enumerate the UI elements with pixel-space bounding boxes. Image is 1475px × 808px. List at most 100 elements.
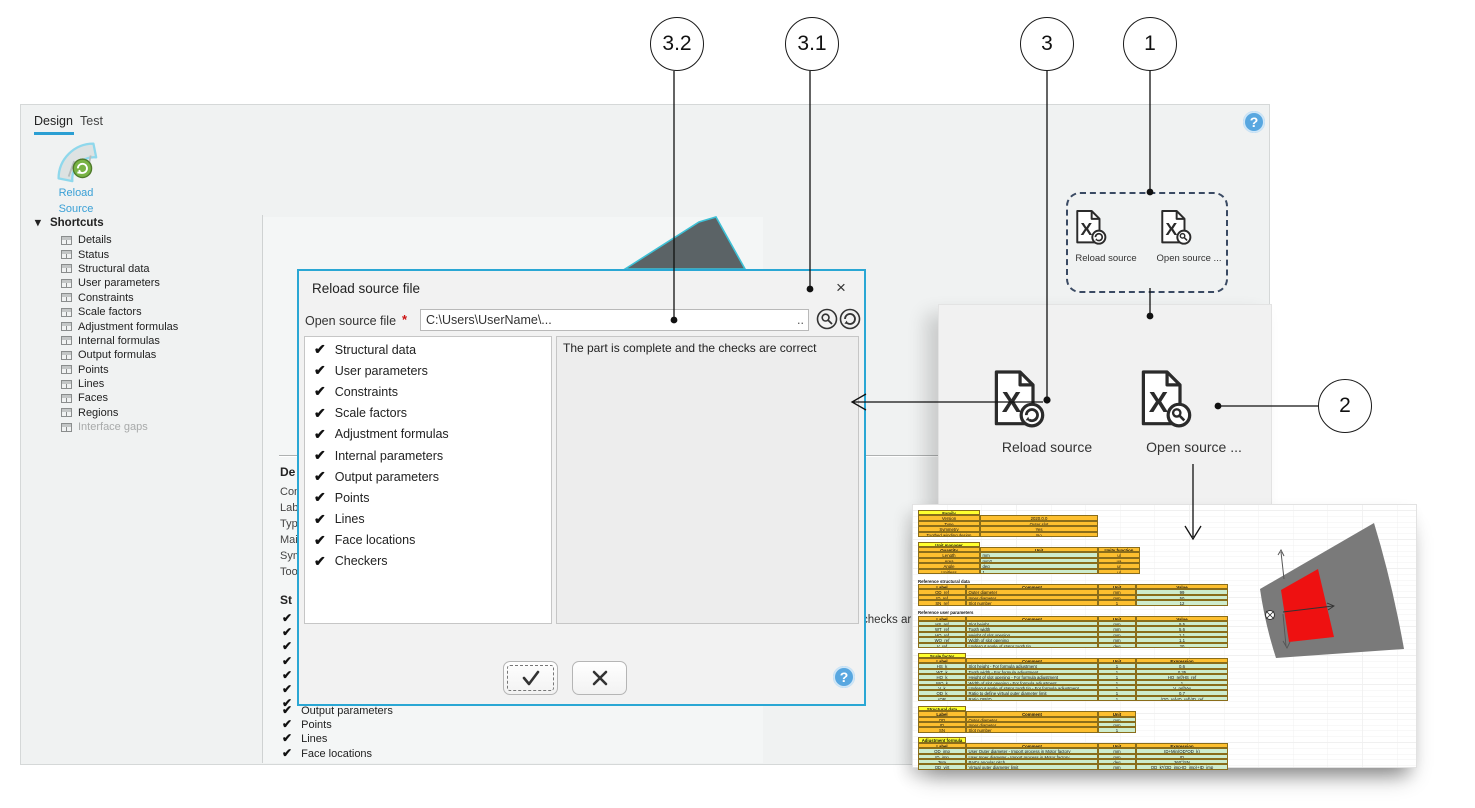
sheet-cell: SN bbox=[918, 727, 966, 733]
callout-circle-3: 3 bbox=[1020, 17, 1074, 71]
status-heading: St bbox=[280, 593, 292, 607]
shortcuts-header[interactable]: ▾ Shortcuts bbox=[35, 215, 265, 229]
big-open-source-button[interactable] bbox=[1138, 369, 1194, 436]
tree-item-label: Regions bbox=[78, 406, 119, 419]
big-reload-source-button[interactable] bbox=[991, 369, 1047, 436]
sheet-cell: 1 bbox=[1098, 695, 1136, 702]
sheet-cell: (OD_ref-ID_ref)/ID_ref bbox=[1136, 695, 1228, 702]
sheet-cell: Slot number bbox=[966, 727, 1098, 733]
tree-item[interactable]: Status bbox=[35, 247, 265, 261]
tree-item[interactable]: Constraints bbox=[35, 291, 265, 305]
checklist-item-label: Face locations bbox=[334, 533, 416, 548]
table-icon bbox=[61, 235, 72, 245]
checklist-item-label: Structural data bbox=[334, 342, 417, 357]
status-visible-items: ✔ Output parameters ✔ Points ✔ Lines ✔ F… bbox=[282, 703, 393, 760]
status-item: ✔ Points bbox=[282, 717, 393, 731]
details-row: Typ bbox=[280, 518, 298, 530]
checklist-item-label: Internal parameters bbox=[334, 448, 444, 463]
part-preview-sector bbox=[622, 216, 747, 270]
status-item-label: Lines bbox=[301, 733, 328, 746]
sheet-cell: OD_virt bbox=[918, 764, 966, 770]
tree-item[interactable]: Output formulas bbox=[35, 348, 265, 362]
sheet-cell: 1 bbox=[1098, 600, 1136, 606]
small-open-source-label: Open source ... bbox=[1156, 253, 1222, 264]
check-icon: ✔ bbox=[314, 510, 326, 527]
check-icon: ✔ bbox=[314, 383, 326, 400]
source-file-input[interactable]: C:\Users\UserName\... .. bbox=[420, 309, 809, 331]
tab-test[interactable]: Test bbox=[80, 114, 103, 128]
refresh-icon[interactable] bbox=[839, 308, 861, 330]
table-icon bbox=[61, 393, 72, 403]
checklist-item-label: Output parameters bbox=[334, 469, 439, 484]
table-icon bbox=[61, 408, 72, 418]
window-help-button[interactable]: ? bbox=[1243, 111, 1265, 133]
sheet-cell: mm bbox=[1098, 764, 1136, 770]
ok-check-icon bbox=[522, 670, 540, 686]
check-icon: ✔ bbox=[314, 425, 326, 442]
background-message-fragment: checks ar bbox=[862, 614, 912, 626]
checklist-item-label: Adjustment formulas bbox=[334, 427, 449, 442]
sheet-cell: Unitless bbox=[918, 568, 980, 574]
sheet-cell: Ratio OR/ID bbox=[966, 695, 1098, 702]
checklist-item-label: Constraints bbox=[334, 384, 398, 399]
tree-item-label: User parameters bbox=[78, 277, 160, 290]
sheet-cell: 20 bbox=[1136, 642, 1228, 648]
sheet-cell: Virtual outer diameter limit bbox=[966, 764, 1098, 770]
check-icon: ✔ bbox=[314, 447, 326, 464]
expander-icon[interactable]: ▾ bbox=[35, 217, 41, 229]
tree-item[interactable]: Adjustment formulas bbox=[35, 319, 265, 333]
tab-design[interactable]: Design bbox=[34, 114, 73, 128]
tree-item[interactable]: Regions bbox=[35, 406, 265, 420]
dialog-close-button[interactable]: × bbox=[830, 277, 852, 299]
table-icon bbox=[61, 307, 72, 317]
small-reload-source-label: Reload source bbox=[1075, 253, 1137, 264]
callout-circle-2: 2 bbox=[1318, 379, 1372, 433]
excel-open-icon bbox=[1161, 210, 1192, 245]
table-icon bbox=[61, 293, 72, 303]
tree-item-label: Internal formulas bbox=[78, 334, 160, 347]
checklist-item: ✔ Scale factors bbox=[305, 403, 551, 424]
sheet-cell: No bbox=[980, 531, 1098, 537]
tree-item[interactable]: Details bbox=[35, 233, 265, 247]
checklist-item: ✔ Face locations bbox=[305, 530, 551, 551]
check-icon: ✔ bbox=[282, 639, 293, 654]
tree-item[interactable]: Interface gaps bbox=[35, 420, 265, 434]
tree-item[interactable]: Lines bbox=[35, 377, 265, 391]
check-icon: ✔ bbox=[282, 667, 293, 682]
table-icon bbox=[61, 422, 72, 432]
tree-item[interactable]: Points bbox=[35, 363, 265, 377]
magnifier-icon[interactable] bbox=[816, 308, 838, 330]
check-icon: ✔ bbox=[282, 681, 293, 696]
tree-item[interactable]: Faces bbox=[35, 391, 265, 405]
tree-item[interactable]: User parameters bbox=[35, 276, 265, 290]
tree-item[interactable]: Scale factors bbox=[35, 305, 265, 319]
ok-button[interactable] bbox=[503, 661, 558, 695]
reload-source-file-dialog: Reload source file × Open source file * … bbox=[297, 269, 866, 706]
cancel-button[interactable] bbox=[572, 661, 627, 695]
tree-item-label: Adjustment formulas bbox=[78, 320, 179, 333]
open-source-file-label: Open source file bbox=[305, 314, 397, 328]
dialog-title: Reload source file bbox=[312, 281, 421, 296]
checklist-item-label: Scale factors bbox=[334, 406, 407, 421]
tree-item-label: Scale factors bbox=[78, 306, 142, 319]
sheet-cell: 12 bbox=[1136, 600, 1228, 606]
browse-dots[interactable]: .. bbox=[797, 313, 804, 327]
small-reload-source-button[interactable] bbox=[1074, 209, 1108, 252]
status-item: ✔ Face locations bbox=[282, 746, 393, 760]
checklist-item: ✔ Checkers bbox=[305, 551, 551, 572]
cancel-x-icon bbox=[592, 670, 608, 686]
dialog-help-button[interactable]: ? bbox=[833, 666, 855, 688]
check-icon: ✔ bbox=[314, 362, 326, 379]
tree-item[interactable]: Structural data bbox=[35, 262, 265, 276]
table-icon bbox=[61, 365, 72, 375]
check-icon: ✔ bbox=[314, 404, 326, 421]
small-open-source-button[interactable] bbox=[1159, 209, 1193, 252]
ribbon-label-line2: Source bbox=[58, 203, 94, 215]
table-icon bbox=[61, 278, 72, 288]
sheet-cell: ul bbox=[1098, 568, 1140, 574]
table-icon bbox=[61, 264, 72, 274]
excel-open-icon bbox=[1141, 370, 1192, 428]
status-item: ✔ Lines bbox=[282, 731, 393, 745]
tree-item[interactable]: Internal formulas bbox=[35, 334, 265, 348]
dialog-checklist: ✔ Structural data ✔ User parameters ✔ Co… bbox=[304, 336, 552, 624]
